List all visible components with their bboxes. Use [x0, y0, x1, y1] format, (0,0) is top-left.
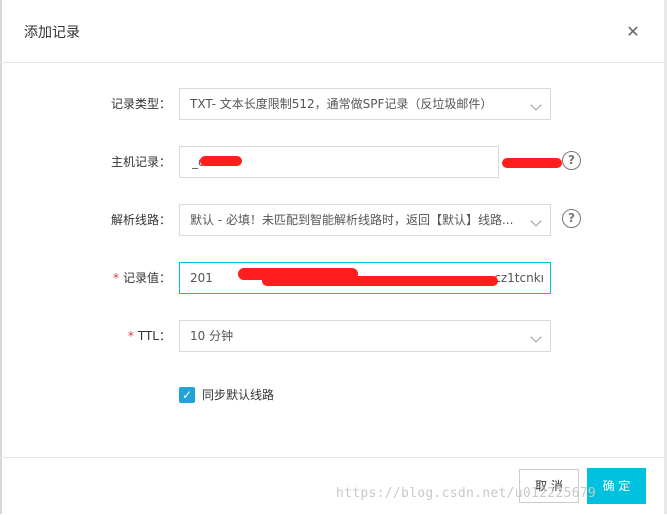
line-label: 解析线路： — [110, 213, 171, 227]
record-value-end: cz1tcnkı — [494, 271, 544, 285]
ttl-label: * TTL： — [128, 320, 171, 352]
close-icon[interactable]: ✕ — [623, 22, 643, 42]
record-type-label: 记录类型： — [110, 97, 171, 111]
record-type-select[interactable]: TXT- 文本长度限制512，通常做SPF记录（反垃圾邮件） — [179, 88, 551, 120]
record-value-label-text: 记录值： — [122, 271, 171, 285]
help-icon[interactable]: ? — [562, 151, 581, 170]
record-value-start: 201 — [190, 271, 213, 285]
dialog-title: 添加记录 — [24, 25, 80, 41]
record-type-value: TXT- 文本长度限制512，通常做SPF记录（反垃圾邮件） — [190, 97, 493, 111]
add-record-dialog: 添加记录 ✕ 记录类型： TXT- 文本长度限制512，通常做SPF记录（反垃圾… — [0, 0, 667, 514]
ttl-label-text: TTL： — [137, 329, 171, 343]
record-type-row: 记录类型： TXT- 文本长度限制512，通常做SPF记录（反垃圾邮件） — [0, 88, 664, 120]
required-mark: * — [112, 271, 119, 285]
host-label: 主机记录： — [110, 155, 171, 169]
line-select[interactable]: 默认 - 必填！未匹配到智能解析线路时，返回【默认】线路... — [179, 204, 551, 236]
redaction-mark — [502, 158, 562, 168]
watermark-text: https://blog.csdn.net/u012225679 — [336, 486, 597, 501]
ttl-row: * TTL： 10 分钟 — [0, 320, 664, 352]
ttl-value: 10 分钟 — [190, 329, 234, 343]
dialog-header: 添加记录 ✕ — [0, 0, 664, 63]
redaction-mark — [200, 156, 242, 166]
ttl-select[interactable]: 10 分钟 — [179, 320, 551, 352]
line-value: 默认 - 必填！未匹配到智能解析线路时，返回【默认】线路... — [190, 213, 514, 227]
required-mark: * — [127, 329, 134, 343]
line-row: 解析线路： 默认 - 必填！未匹配到智能解析线路时，返回【默认】线路... ? — [0, 204, 664, 236]
dialog-left-edge — [0, 0, 2, 514]
host-row: 主机记录： _d ? — [0, 146, 664, 178]
record-value-label: * 记录值： — [113, 262, 171, 294]
sync-label: 同步默认线路 — [202, 388, 275, 402]
help-icon[interactable]: ? — [562, 209, 581, 228]
sync-checkbox[interactable]: ✓ — [179, 387, 195, 403]
redaction-mark — [262, 276, 498, 286]
record-value-row: * 记录值： 201 cz1tcnkı — [0, 262, 664, 294]
